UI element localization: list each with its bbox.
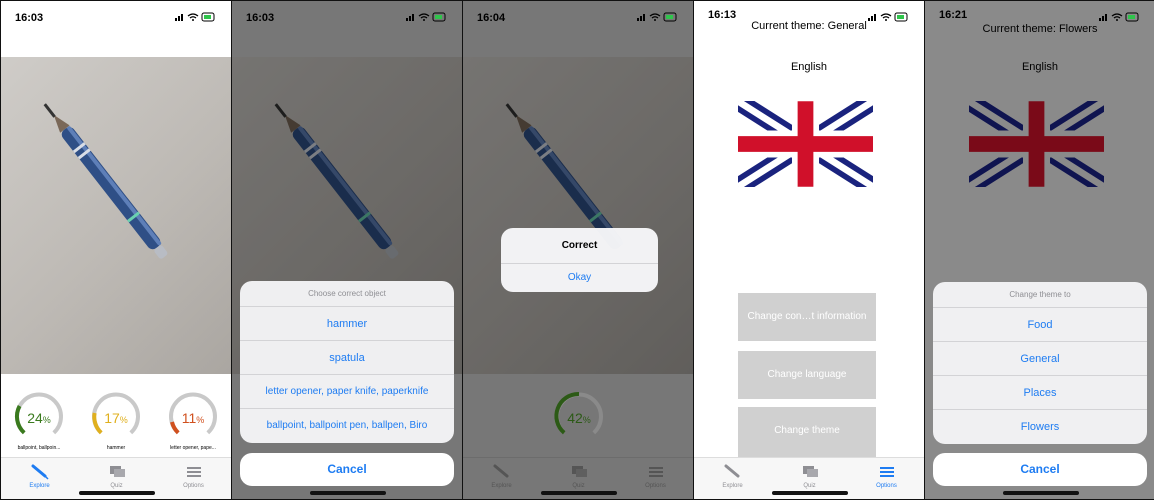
tab-options[interactable]: Options: [848, 458, 924, 499]
language-label: English: [790, 61, 828, 73]
gauge-value: 11: [181, 410, 197, 426]
screenshot-strip: 16:03 24% ballpoint, ballpoin... 17% ham…: [0, 0, 1154, 500]
gauge-unit: %: [42, 415, 51, 425]
status-time: 16:21: [939, 9, 968, 21]
option-general[interactable]: General: [933, 342, 1147, 376]
gauge-value: 42: [567, 410, 583, 426]
alert-title: Correct: [501, 228, 658, 264]
gauge-hammer[interactable]: 17% hammer: [86, 388, 146, 451]
tab-explore[interactable]: Explore: [694, 458, 771, 499]
current-theme-label: Current theme: General: [751, 20, 867, 32]
tab-label: Options: [183, 483, 204, 489]
change-theme-sheet: Change theme to Food General Places Flow…: [933, 282, 1147, 444]
dimmed-gauge-area: 42%: [463, 374, 693, 457]
gauge-label: hammer: [106, 445, 126, 451]
tab-label: Quiz: [572, 483, 585, 489]
tab-explore[interactable]: Explore: [1, 458, 78, 499]
sheet-header: Choose correct object: [240, 281, 454, 307]
option-letter-opener[interactable]: letter opener, paper knife, paperknife: [240, 375, 454, 409]
pen-image: [43, 103, 168, 259]
dimmed-header: [463, 29, 693, 57]
screen-correct-alert: 16:04 42% Explore Quiz Options Correct O…: [462, 0, 694, 500]
tab-options[interactable]: Options: [155, 458, 231, 499]
home-indicator: [772, 491, 848, 495]
gauge-unit: %: [119, 415, 128, 425]
correct-alert: Correct Okay: [501, 228, 658, 292]
quiz-icon: [571, 466, 587, 477]
signal-wifi-battery-icon: [175, 12, 215, 22]
status-bar: 16:04: [463, 1, 693, 29]
gauge-unit: %: [196, 415, 205, 425]
menu-icon: [648, 467, 663, 477]
dimmed-header: [232, 29, 462, 57]
gauge-label: letter opener, pape...: [170, 445, 216, 451]
uk-flag-icon: [738, 101, 873, 187]
option-flowers[interactable]: Flowers: [933, 410, 1147, 444]
status-bar: 16:03: [232, 1, 462, 29]
camera-photo: [1, 57, 231, 374]
status-time: 16:03: [246, 12, 275, 24]
gauge-percent: 11%: [163, 410, 223, 426]
gauge-unit: %: [582, 415, 591, 425]
signal-wifi-battery-icon: [637, 12, 677, 22]
menu-icon: [186, 467, 201, 477]
home-indicator: [1003, 491, 1079, 495]
screen-choose-object: 16:03 Choose correct object hammer spatu…: [231, 0, 463, 500]
current-theme-label: Current theme: Flowers: [982, 23, 1098, 35]
gauge-value: 24: [27, 410, 43, 426]
gauge-value: 17: [104, 410, 120, 426]
tab-label: Explore: [722, 483, 743, 489]
change-contact-information-button[interactable]: Change con…t information: [738, 293, 876, 341]
quiz-icon: [109, 466, 125, 477]
option-food[interactable]: Food: [933, 308, 1147, 342]
tab-label: Quiz: [110, 483, 123, 489]
tab-label: Explore: [29, 483, 50, 489]
status-time: 16:03: [15, 12, 44, 24]
screen-options: 16:13 Current theme: General English Cha…: [693, 0, 925, 500]
uk-flag-icon: [969, 101, 1104, 187]
screen-change-theme: 16:21 Current theme: Flowers English Cha…: [924, 0, 1154, 500]
gauge-ballpoint[interactable]: 24% ballpoint, ballpoin...: [9, 388, 69, 451]
menu-icon: [879, 467, 894, 477]
gauge-percent: 42%: [549, 410, 609, 426]
home-indicator: [310, 491, 386, 495]
dim-overlay: [463, 57, 693, 374]
option-ballpoint[interactable]: ballpoint, ballpoint pen, ballpen, Biro: [240, 409, 454, 443]
explore-icon: [493, 464, 508, 478]
change-language-button[interactable]: Change language: [738, 351, 876, 399]
gauge-percent: 17%: [86, 410, 146, 426]
status-bar: 16:03: [1, 1, 231, 29]
camera-photo: [463, 57, 693, 374]
screen-explore: 16:03 24% ballpoint, ballpoin... 17% ham…: [0, 0, 232, 500]
gauge-result: 42%: [549, 388, 609, 444]
option-places[interactable]: Places: [933, 376, 1147, 410]
option-spatula[interactable]: spatula: [240, 341, 454, 375]
status-time: 16:04: [477, 12, 506, 24]
sheet-header: Change theme to: [933, 282, 1147, 308]
tab-label: Options: [876, 483, 897, 489]
cancel-button[interactable]: Cancel: [933, 453, 1147, 486]
signal-wifi-battery-icon: [406, 12, 446, 22]
tab-label: Options: [645, 483, 666, 489]
gauge-label: ballpoint, ballpoin...: [17, 445, 61, 451]
language-label: English: [1021, 61, 1059, 73]
quiz-icon: [802, 466, 818, 477]
prediction-gauges: 24% ballpoint, ballpoin... 17% hammer 11…: [1, 374, 231, 457]
change-theme-button[interactable]: Change theme: [738, 407, 876, 457]
signal-wifi-battery-icon: [1099, 12, 1139, 22]
okay-button[interactable]: Okay: [501, 264, 658, 292]
choose-object-sheet: Choose correct object hammer spatula let…: [240, 281, 454, 443]
tab-label: Quiz: [803, 483, 816, 489]
tab-explore[interactable]: Explore: [463, 458, 540, 499]
option-hammer[interactable]: hammer: [240, 307, 454, 341]
tab-label: Explore: [491, 483, 512, 489]
tab-options[interactable]: Options: [617, 458, 693, 499]
gauge-percent: 24%: [9, 410, 69, 426]
explore-icon: [31, 464, 49, 480]
gauge-letter-opener[interactable]: 11% letter opener, pape...: [163, 388, 223, 451]
cancel-button[interactable]: Cancel: [240, 453, 454, 486]
home-indicator: [541, 491, 617, 495]
explore-icon: [724, 464, 739, 478]
home-indicator: [79, 491, 155, 495]
